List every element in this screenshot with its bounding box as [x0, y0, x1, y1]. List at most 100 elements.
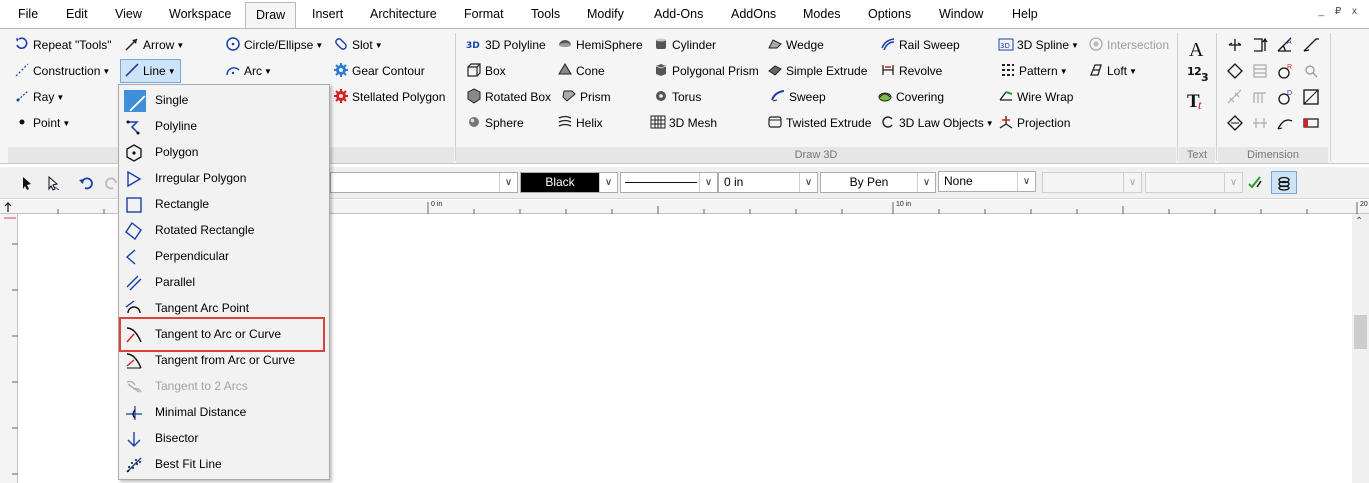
dimension-aligned-icon[interactable]: [1226, 62, 1244, 80]
simple-extrude-button[interactable]: Simple Extrude: [767, 60, 867, 82]
text-icon[interactable]: A: [1186, 37, 1208, 59]
menu-add-ons[interactable]: Add-Ons: [654, 7, 703, 21]
menu-help[interactable]: Help: [1012, 7, 1038, 21]
slot-button[interactable]: Slot ▼: [333, 34, 383, 56]
arrow-button[interactable]: Arrow ▼: [124, 34, 184, 56]
dimension-ordinate-icon[interactable]: [1251, 88, 1269, 106]
cone-button[interactable]: Cone: [557, 60, 605, 82]
construction-button[interactable]: Construction ▼: [14, 60, 110, 82]
dimension-symmetric-icon[interactable]: [1251, 114, 1269, 132]
empty-combo-1[interactable]: ∨: [1042, 172, 1142, 193]
menu-workspace[interactable]: Workspace: [169, 7, 231, 21]
check-pencil-icon[interactable]: [1247, 175, 1263, 191]
dimension-linear-icon[interactable]: [1226, 36, 1244, 54]
numbering-icon[interactable]: 123: [1186, 63, 1210, 85]
rail-sweep-button[interactable]: Rail Sweep: [880, 34, 960, 56]
wire-wrap-button[interactable]: Wire Wrap: [998, 86, 1073, 108]
line-width-combo[interactable]: 0 in ∨: [718, 172, 818, 193]
line-style-combo[interactable]: ∨: [620, 172, 718, 193]
prism-button[interactable]: Prism: [561, 86, 611, 108]
dimension-leader-icon[interactable]: [1302, 36, 1320, 54]
intersection-button[interactable]: Intersection: [1088, 34, 1169, 56]
line-button[interactable]: Line ▼: [120, 59, 181, 83]
menu-item-rectangle[interactable]: Rectangle: [120, 191, 328, 217]
covering-button[interactable]: Covering: [877, 86, 944, 108]
3d-mesh-button[interactable]: 3D Mesh: [650, 112, 717, 134]
layer-combo[interactable]: ∨: [330, 172, 518, 193]
pen-combo[interactable]: By Pen ∨: [820, 172, 936, 193]
scroll-up-icon[interactable]: ⌃: [1355, 216, 1363, 227]
color-combo[interactable]: Black ∨: [520, 172, 618, 193]
menu-tools[interactable]: Tools: [531, 7, 560, 21]
menu-item-bisector[interactable]: Bisector: [120, 425, 328, 451]
menu-edit[interactable]: Edit: [66, 7, 88, 21]
fill-combo[interactable]: None ∨: [938, 171, 1036, 192]
dimension-chain-icon[interactable]: [1226, 88, 1244, 106]
dimension-radius-icon[interactable]: R: [1276, 62, 1294, 80]
sweep-button[interactable]: Sweep: [770, 86, 826, 108]
helix-button[interactable]: Helix: [557, 112, 603, 134]
menu-view[interactable]: View: [115, 7, 142, 21]
dimension-vertical-icon[interactable]: [1251, 36, 1269, 54]
rotated-box-button[interactable]: Rotated Box: [466, 86, 551, 108]
revolve-button[interactable]: Revolve: [880, 60, 942, 82]
loft-button[interactable]: Loft ▼: [1088, 60, 1137, 82]
arc-button[interactable]: Arc ▼: [225, 60, 272, 82]
3d-law-objects-button[interactable]: 3D Law Objects ▼: [880, 112, 994, 134]
hemisphere-button[interactable]: HemiSphere: [557, 34, 643, 56]
projection-button[interactable]: Projection: [998, 112, 1070, 134]
menu-options[interactable]: Options: [868, 7, 911, 21]
select-arrow-icon[interactable]: [19, 175, 35, 191]
3d-spline-button[interactable]: 3D 3D Spline ▼: [998, 34, 1079, 56]
wedge-button[interactable]: Wedge: [767, 34, 824, 56]
menu-item-rotated-rectangle[interactable]: Rotated Rectangle: [120, 217, 328, 243]
pattern-button[interactable]: Pattern ▼: [1000, 60, 1068, 82]
menu-item-perpendicular[interactable]: Perpendicular: [120, 243, 328, 269]
gear-contour-button[interactable]: Gear Contour: [333, 60, 425, 82]
menu-item-polyline[interactable]: Polyline: [120, 113, 328, 139]
dimension-diameter-icon[interactable]: D: [1276, 88, 1294, 106]
menu-architecture[interactable]: Architecture: [370, 7, 437, 21]
dimension-spline-leader-icon[interactable]: [1276, 114, 1294, 132]
dimension-baseline-icon[interactable]: [1251, 62, 1269, 80]
menu-format[interactable]: Format: [464, 7, 504, 21]
menu-modify[interactable]: Modify: [587, 7, 624, 21]
menu-item-single[interactable]: Single: [120, 87, 328, 113]
sphere-button[interactable]: Sphere: [466, 112, 524, 134]
dimension-tolerance-icon[interactable]: [1302, 114, 1320, 132]
box-button[interactable]: Box: [466, 60, 506, 82]
menu-item-tangent-to-2-arcs[interactable]: Tangent to 2 Arcs: [120, 373, 328, 399]
stellated-polygon-button[interactable]: Stellated Polygon: [333, 86, 445, 108]
layers-toggle-button[interactable]: [1271, 171, 1297, 194]
dimension-arc-length-icon[interactable]: [1226, 114, 1244, 132]
menu-item-best-fit-line[interactable]: Best Fit Line: [120, 451, 328, 477]
menu-item-minimal-distance[interactable]: Minimal Distance: [120, 399, 328, 425]
empty-combo-2[interactable]: ∨: [1145, 172, 1243, 193]
menu-insert[interactable]: Insert: [312, 7, 343, 21]
circle-ellipse-button[interactable]: Circle/Ellipse ▼: [225, 34, 323, 56]
menu-window[interactable]: Window: [939, 7, 983, 21]
menu-modes[interactable]: Modes: [803, 7, 841, 21]
polygonal-prism-button[interactable]: Polygonal Prism: [653, 60, 759, 82]
window-controls[interactable]: _ ₽ x: [1319, 6, 1361, 17]
ray-button[interactable]: Ray ▼: [14, 86, 64, 108]
scrollbar-thumb[interactable]: [1354, 315, 1367, 349]
dimension-angular-icon[interactable]: A: [1276, 36, 1294, 54]
menu-item-parallel[interactable]: Parallel: [120, 269, 328, 295]
torus-button[interactable]: Torus: [653, 86, 701, 108]
undo-icon[interactable]: [78, 175, 94, 191]
menu-file[interactable]: File: [18, 7, 38, 21]
3d-polyline-button[interactable]: 3D 3D Polyline: [466, 34, 546, 56]
twisted-extrude-button[interactable]: Twisted Extrude: [767, 112, 871, 134]
menu-addons[interactable]: AddOns: [731, 7, 776, 21]
menu-item-irregular-polygon[interactable]: Irregular Polygon: [120, 165, 328, 191]
select-modify-icon[interactable]: [45, 175, 61, 191]
text-style-icon[interactable]: Tt: [1186, 89, 1210, 111]
repeat-tools-button[interactable]: Repeat "Tools": [14, 34, 112, 56]
menu-draw[interactable]: Draw: [245, 2, 297, 28]
dimension-box-icon[interactable]: [1302, 88, 1320, 106]
cylinder-button[interactable]: Cylinder: [653, 34, 716, 56]
menu-item-polygon[interactable]: Polygon: [120, 139, 328, 165]
dimension-search-icon[interactable]: [1302, 62, 1320, 80]
point-button[interactable]: Point ▼: [14, 112, 70, 134]
